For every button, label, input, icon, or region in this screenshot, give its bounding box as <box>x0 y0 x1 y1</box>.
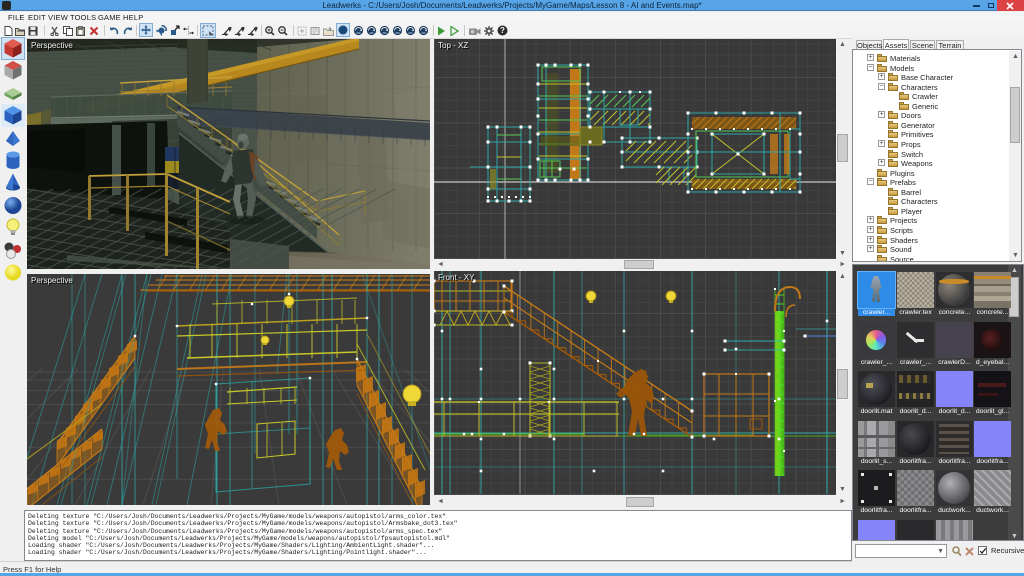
svg-text:?: ? <box>500 26 505 35</box>
